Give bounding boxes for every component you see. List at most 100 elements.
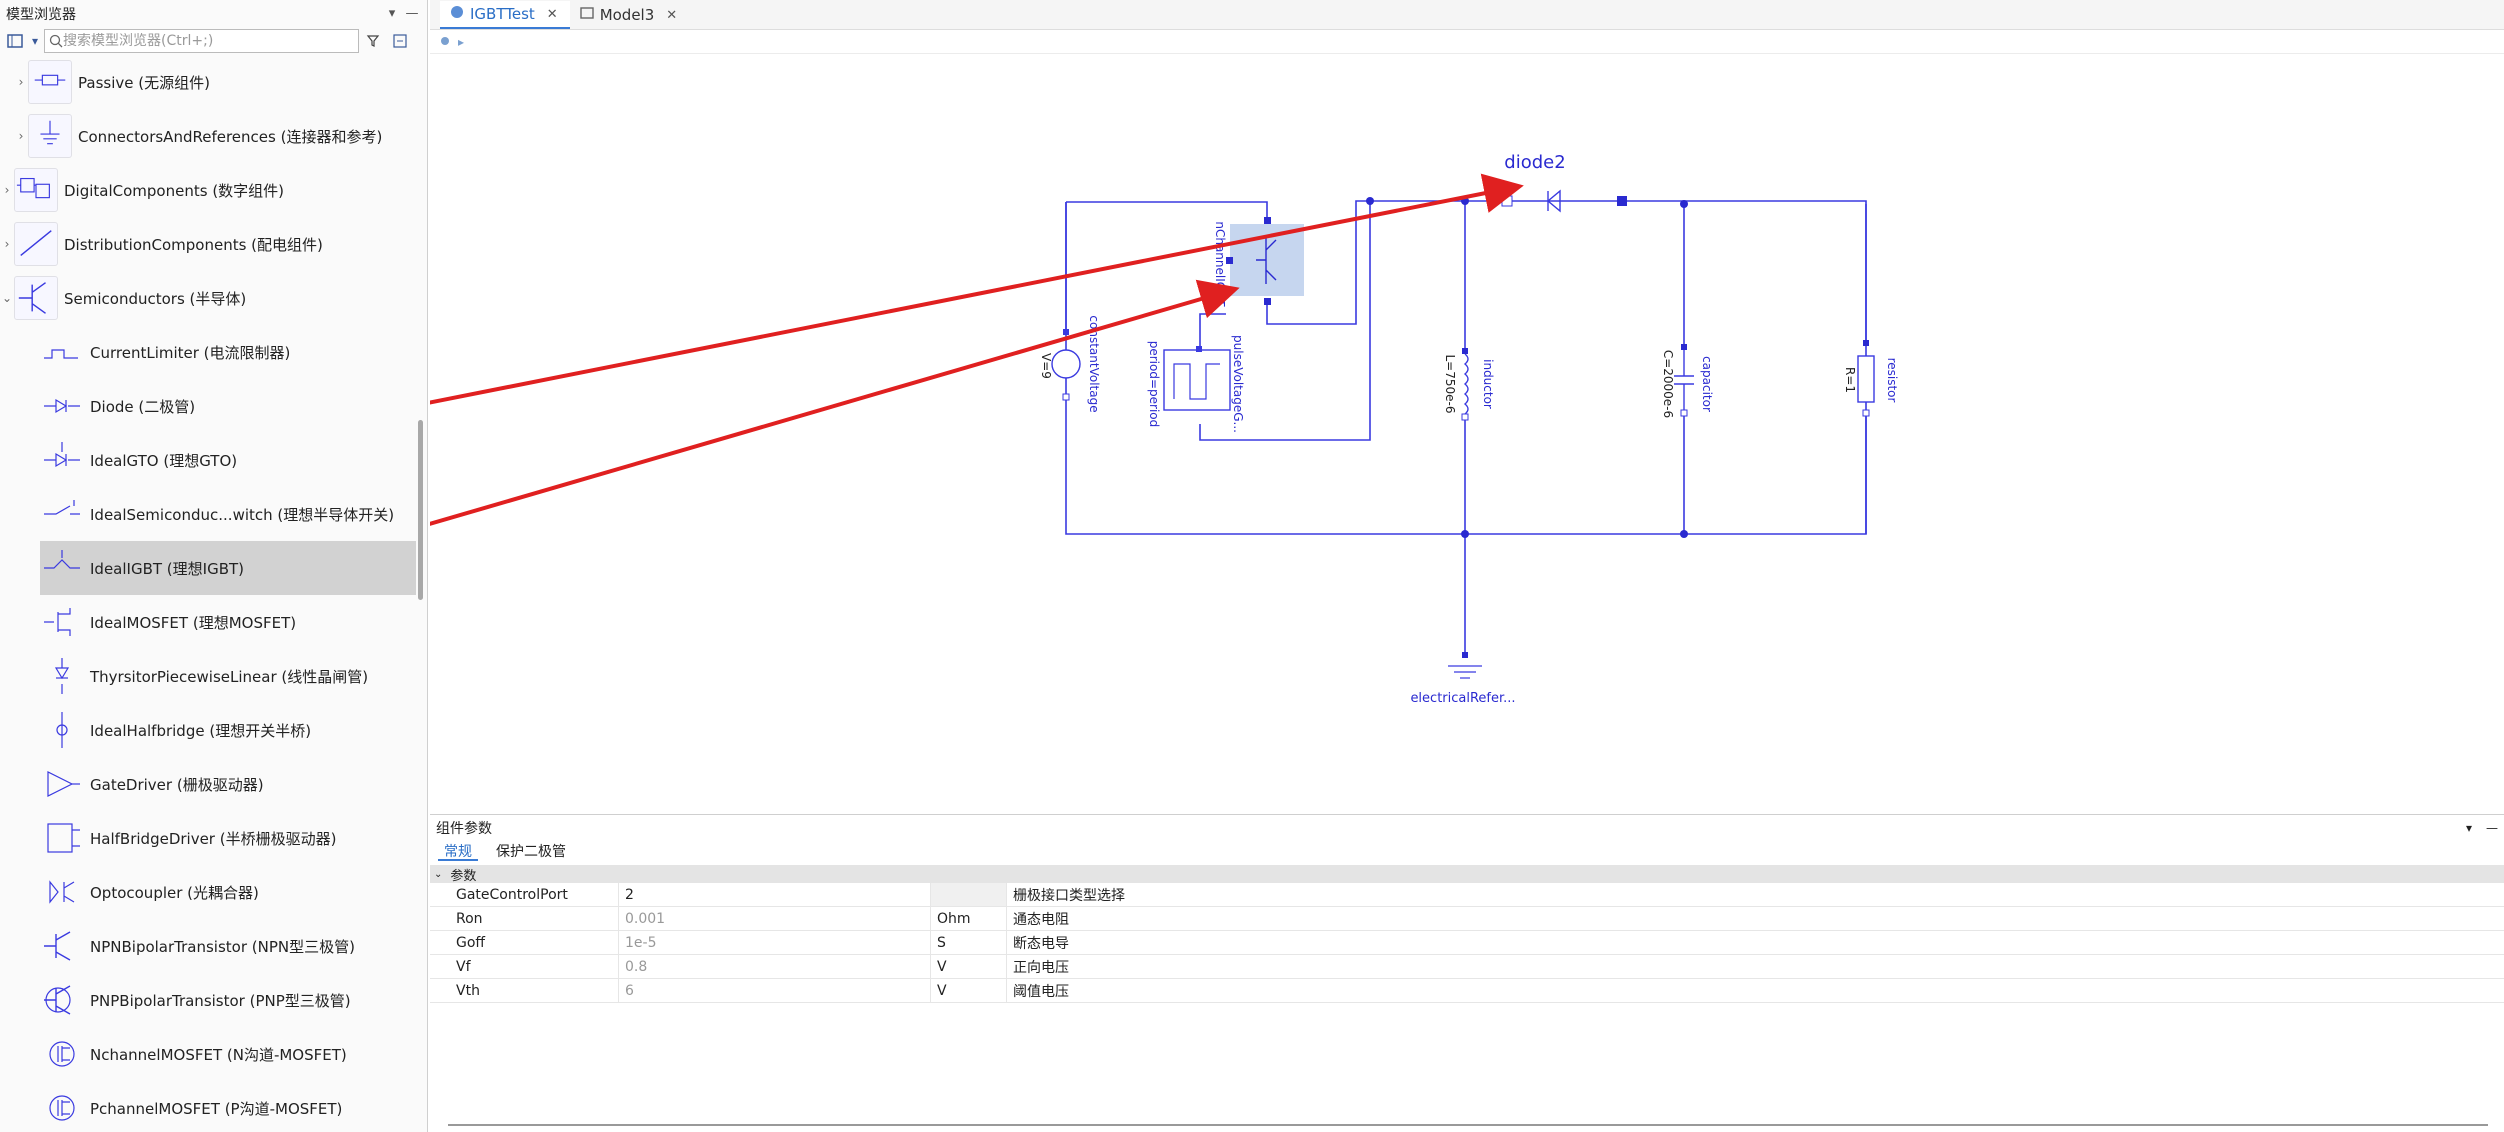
constant-voltage-param: V=9 — [1039, 353, 1053, 379]
gate-driver-icon — [40, 762, 84, 806]
pmos-icon — [40, 1086, 84, 1130]
param-description: 通态电阻 — [1006, 907, 2504, 930]
tree-item[interactable]: Optocoupler (光耦合器) — [40, 865, 416, 919]
tree-item[interactable]: GateDriver (栅极驱动器) — [40, 757, 416, 811]
close-icon[interactable]: ✕ — [547, 7, 558, 22]
tab-general[interactable]: 常规 — [438, 841, 478, 861]
tree-item[interactable]: › DistributionComponents (配电组件) — [0, 217, 416, 271]
param-description: 断态电导 — [1006, 931, 2504, 954]
tree-item-label: IdealMOSFET (理想MOSFET) — [90, 613, 297, 632]
param-row[interactable]: Goff 1e-5 S 断态电导 — [430, 931, 2504, 955]
param-value[interactable]: 0.8 — [618, 955, 930, 978]
param-row[interactable]: GateControlPort 2 栅极接口类型选择 — [430, 883, 2504, 907]
chevron-right-icon[interactable]: › — [14, 129, 28, 143]
tree-item-label: DistributionComponents (配电组件) — [64, 235, 323, 254]
param-value[interactable]: 1e-5 — [618, 931, 930, 954]
capacitor-component[interactable]: capacitor C=2000e-6 — [1661, 344, 1714, 418]
tree-item-label: Passive (无源组件) — [78, 73, 210, 92]
tree-item[interactable]: PNPBipolarTransistor (PNP型三极管) — [40, 973, 416, 1027]
diagram-canvas[interactable]: constantVoltage V=9 nChannelIGBT pulseVo… — [257, 54, 2504, 814]
pulse-period-label: period=period — [1147, 341, 1161, 428]
chevron-right-icon[interactable]: › — [0, 183, 14, 197]
pulse-voltage-source[interactable]: pulseVoltageG... period=period — [1147, 335, 1245, 433]
param-row[interactable]: Vf 0.8 V 正向电压 — [430, 955, 2504, 979]
param-value[interactable]: 2 — [618, 883, 930, 906]
chevron-right-icon[interactable]: › — [0, 237, 14, 251]
tree-item[interactable]: › Passive (无源组件) — [0, 55, 416, 109]
tree-item-label: IdealHalfbridge (理想开关半桥) — [90, 721, 312, 740]
ground-component[interactable]: electricalRefer... — [1410, 652, 1516, 706]
param-row[interactable]: Vth 6 V 阈值电压 — [430, 979, 2504, 1003]
diode-component[interactable]: diode2 — [1501, 152, 1627, 213]
tree-item-label: HalfBridgeDriver (半桥栅极驱动器) — [90, 829, 337, 848]
model-browser-panel: 模型浏览器 ▾ — ▾ › Passive (无源组件) › ConnectorsAn… — [0, 0, 428, 1132]
param-unit: Ohm — [930, 907, 1006, 930]
tab-label: Model3 — [599, 6, 655, 24]
tree-item-label: CurrentLimiter (电流限制器) — [90, 343, 291, 362]
tree-item-label: NPNBipolarTransistor (NPN型三极管) — [90, 937, 355, 956]
params-group-row[interactable]: ⌄ 参数 — [430, 865, 2504, 884]
tree-item-label: GateDriver (栅极驱动器) — [90, 775, 264, 794]
tree-item[interactable]: CurrentLimiter (电流限制器) — [40, 325, 416, 379]
collapse-all-icon[interactable] — [389, 30, 411, 52]
tree-item-label: PNPBipolarTransistor (PNP型三极管) — [90, 991, 351, 1010]
diode-label: diode2 — [1504, 152, 1565, 173]
pulse-voltage-label: pulseVoltageG... — [1231, 335, 1245, 433]
home-icon[interactable] — [440, 35, 450, 49]
circuit-diagram[interactable]: constantVoltage V=9 nChannelIGBT pulseVo… — [257, 54, 2504, 814]
tree-item[interactable]: › DigitalComponents (数字组件) — [0, 163, 416, 217]
tree-item[interactable]: HalfBridgeDriver (半桥栅极驱动器) — [40, 811, 416, 865]
tree-item[interactable]: › ConnectorsAndReferences (连接器和参考) — [0, 109, 416, 163]
tab-protection-diode[interactable]: 保护二极管 — [490, 841, 572, 861]
tab-model3[interactable]: Model3 ✕ — [570, 1, 690, 29]
tree-scrollbar[interactable] — [418, 420, 423, 600]
tree-item[interactable]: IdealGTO (理想GTO) — [40, 433, 416, 487]
tab-bar: IGBTTest ✕ Model3 ✕ — [430, 0, 2504, 30]
dropdown-arrow-icon[interactable]: ▾ — [30, 30, 40, 52]
tree-item-label: IdealIGBT (理想IGBT) — [90, 559, 245, 578]
chevron-down-icon[interactable]: ▾ — [382, 6, 402, 21]
param-unit: V — [930, 979, 1006, 1002]
model-browser-title: 模型浏览器 — [6, 6, 76, 23]
chevron-down-icon[interactable]: ⌄ — [0, 291, 14, 305]
param-value[interactable]: 6 — [618, 979, 930, 1002]
param-name: GateControlPort — [456, 886, 568, 903]
tree-item[interactable]: IdealIGBT (理想IGBT) — [40, 541, 416, 595]
chevron-down-icon[interactable]: ▾ — [2466, 821, 2472, 835]
resistor-component[interactable]: resistor R=1 — [1843, 340, 1899, 417]
passive-icon — [28, 60, 72, 104]
tree-item[interactable]: NPNBipolarTransistor (NPN型三极管) — [40, 919, 416, 973]
tree-item[interactable]: IdealSemiconduc...witch (理想半导体开关) — [40, 487, 416, 541]
search-input[interactable] — [63, 33, 348, 49]
tab-igbttest[interactable]: IGBTTest ✕ — [440, 1, 570, 29]
tree-item[interactable]: NchannelMOSFET (N沟道-MOSFET) — [40, 1027, 416, 1081]
minimize-icon[interactable]: — — [402, 6, 422, 21]
diode-icon — [40, 384, 84, 428]
inductor-param: L=750e-6 — [1443, 355, 1457, 414]
tree-item[interactable]: ThyrsitorPiecewiseLinear (线性晶闸管) — [40, 649, 416, 703]
param-row[interactable]: Ron 0.001 Ohm 通态电阻 — [430, 907, 2504, 931]
params-table: GateControlPort 2 栅极接口类型选择 Ron 0.001 Ohm 通态电阻 G… — [430, 883, 2504, 1003]
current-limiter-icon — [40, 330, 84, 374]
param-unit: V — [930, 955, 1006, 978]
collapse-arrow-icon[interactable]: ⌄ — [434, 869, 442, 880]
param-value[interactable]: 0.001 — [618, 907, 930, 930]
search-field[interactable] — [44, 29, 359, 53]
param-name: Ron — [456, 910, 483, 927]
library-icon[interactable] — [4, 30, 26, 52]
tree-item[interactable]: IdealHalfbridge (理想开关半桥) — [40, 703, 416, 757]
igbt-icon — [40, 546, 84, 590]
params-header: 组件参数 ▾ — — [430, 815, 2504, 841]
minimize-icon[interactable]: — — [2486, 821, 2498, 835]
filter-icon[interactable] — [363, 30, 385, 52]
tree-item[interactable]: PchannelMOSFET (P沟道-MOSFET) — [40, 1081, 416, 1132]
tree-item[interactable]: IdealMOSFET (理想MOSFET) — [40, 595, 416, 649]
capacitor-label: capacitor — [1700, 356, 1714, 412]
mosfet-icon — [40, 600, 84, 644]
tree-item[interactable]: ⌄ Semiconductors (半导体) — [0, 271, 416, 325]
horizontal-scrollbar[interactable] — [448, 1124, 2488, 1126]
close-icon[interactable]: ✕ — [666, 8, 677, 23]
chevron-right-icon[interactable]: › — [14, 75, 28, 89]
inductor-component[interactable]: inductor L=750e-6 — [1443, 348, 1495, 421]
tree-item[interactable]: Diode (二极管) — [40, 379, 416, 433]
